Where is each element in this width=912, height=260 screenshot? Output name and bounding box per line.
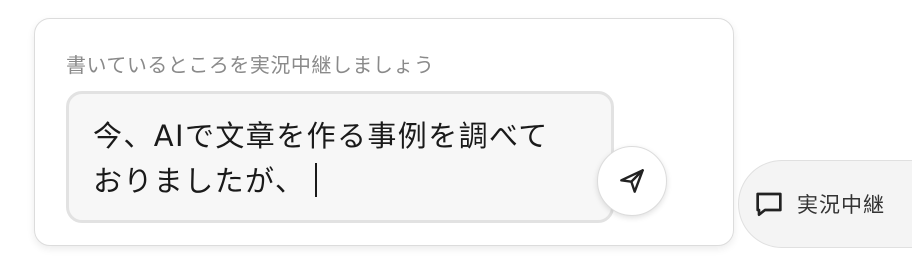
text-caret	[315, 163, 318, 197]
chat-bubble-icon	[753, 188, 785, 220]
live-comment-toggle-button[interactable]: 実況中継	[738, 160, 912, 248]
composer-label: 書いているところを実況中継しましょう	[66, 53, 435, 77]
text-line-2: おりましたが、	[93, 164, 306, 198]
comment-textarea[interactable]: 今、AIで文章を作る事例を調べて おりましたが、	[66, 91, 614, 223]
send-button[interactable]	[597, 146, 667, 216]
stage: 書いているところを実況中継しましょう 今、AIで文章を作る事例を調べて おりまし…	[0, 0, 912, 260]
live-comment-toggle-label: 実況中継	[797, 193, 885, 217]
text-line-2-wrapper: おりましたが、	[93, 159, 589, 204]
send-icon	[620, 169, 644, 193]
text-line-1: 今、AIで文章を作る事例を調べて	[93, 119, 549, 153]
